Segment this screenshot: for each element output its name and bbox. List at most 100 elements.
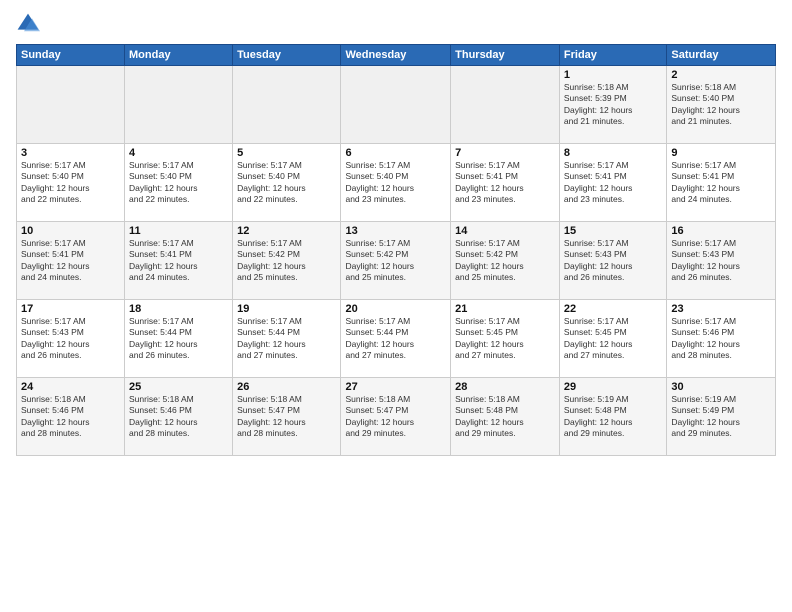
day-info: Sunrise: 5:17 AM Sunset: 5:41 PM Dayligh… [129, 238, 228, 284]
calendar-cell: 24Sunrise: 5:18 AM Sunset: 5:46 PM Dayli… [17, 378, 125, 456]
day-number: 22 [564, 303, 662, 315]
day-number: 16 [671, 225, 771, 237]
day-number: 25 [129, 381, 228, 393]
calendar-cell: 17Sunrise: 5:17 AM Sunset: 5:43 PM Dayli… [17, 300, 125, 378]
calendar-header-sunday: Sunday [17, 45, 125, 66]
day-number: 15 [564, 225, 662, 237]
day-info: Sunrise: 5:18 AM Sunset: 5:46 PM Dayligh… [21, 394, 120, 440]
calendar-cell: 26Sunrise: 5:18 AM Sunset: 5:47 PM Dayli… [233, 378, 341, 456]
calendar-week-row: 24Sunrise: 5:18 AM Sunset: 5:46 PM Dayli… [17, 378, 776, 456]
calendar-header-saturday: Saturday [667, 45, 776, 66]
calendar-cell: 4Sunrise: 5:17 AM Sunset: 5:40 PM Daylig… [125, 144, 233, 222]
day-info: Sunrise: 5:18 AM Sunset: 5:48 PM Dayligh… [455, 394, 555, 440]
day-info: Sunrise: 5:17 AM Sunset: 5:40 PM Dayligh… [345, 160, 446, 206]
calendar-cell: 10Sunrise: 5:17 AM Sunset: 5:41 PM Dayli… [17, 222, 125, 300]
calendar-cell: 23Sunrise: 5:17 AM Sunset: 5:46 PM Dayli… [667, 300, 776, 378]
day-number: 7 [455, 147, 555, 159]
calendar-cell: 22Sunrise: 5:17 AM Sunset: 5:45 PM Dayli… [559, 300, 666, 378]
day-info: Sunrise: 5:18 AM Sunset: 5:40 PM Dayligh… [671, 82, 771, 128]
day-number: 3 [21, 147, 120, 159]
calendar-cell: 12Sunrise: 5:17 AM Sunset: 5:42 PM Dayli… [233, 222, 341, 300]
day-info: Sunrise: 5:17 AM Sunset: 5:42 PM Dayligh… [237, 238, 336, 284]
day-number: 1 [564, 69, 662, 81]
day-info: Sunrise: 5:19 AM Sunset: 5:49 PM Dayligh… [671, 394, 771, 440]
day-number: 28 [455, 381, 555, 393]
calendar-cell: 28Sunrise: 5:18 AM Sunset: 5:48 PM Dayli… [451, 378, 560, 456]
day-info: Sunrise: 5:18 AM Sunset: 5:47 PM Dayligh… [345, 394, 446, 440]
calendar-cell [451, 66, 560, 144]
day-info: Sunrise: 5:17 AM Sunset: 5:41 PM Dayligh… [671, 160, 771, 206]
calendar-cell: 5Sunrise: 5:17 AM Sunset: 5:40 PM Daylig… [233, 144, 341, 222]
day-number: 13 [345, 225, 446, 237]
day-info: Sunrise: 5:17 AM Sunset: 5:41 PM Dayligh… [455, 160, 555, 206]
calendar-week-row: 1Sunrise: 5:18 AM Sunset: 5:39 PM Daylig… [17, 66, 776, 144]
day-info: Sunrise: 5:17 AM Sunset: 5:46 PM Dayligh… [671, 316, 771, 362]
day-info: Sunrise: 5:17 AM Sunset: 5:40 PM Dayligh… [21, 160, 120, 206]
calendar-cell: 9Sunrise: 5:17 AM Sunset: 5:41 PM Daylig… [667, 144, 776, 222]
calendar-cell: 11Sunrise: 5:17 AM Sunset: 5:41 PM Dayli… [125, 222, 233, 300]
calendar-cell [125, 66, 233, 144]
day-number: 14 [455, 225, 555, 237]
calendar-week-row: 17Sunrise: 5:17 AM Sunset: 5:43 PM Dayli… [17, 300, 776, 378]
day-info: Sunrise: 5:17 AM Sunset: 5:44 PM Dayligh… [129, 316, 228, 362]
day-number: 18 [129, 303, 228, 315]
calendar-cell: 6Sunrise: 5:17 AM Sunset: 5:40 PM Daylig… [341, 144, 451, 222]
calendar-cell: 25Sunrise: 5:18 AM Sunset: 5:46 PM Dayli… [125, 378, 233, 456]
day-number: 23 [671, 303, 771, 315]
day-number: 21 [455, 303, 555, 315]
calendar-cell: 13Sunrise: 5:17 AM Sunset: 5:42 PM Dayli… [341, 222, 451, 300]
day-number: 26 [237, 381, 336, 393]
day-number: 20 [345, 303, 446, 315]
day-number: 11 [129, 225, 228, 237]
calendar-cell: 14Sunrise: 5:17 AM Sunset: 5:42 PM Dayli… [451, 222, 560, 300]
day-info: Sunrise: 5:17 AM Sunset: 5:41 PM Dayligh… [564, 160, 662, 206]
calendar-cell: 8Sunrise: 5:17 AM Sunset: 5:41 PM Daylig… [559, 144, 666, 222]
calendar-header-monday: Monday [125, 45, 233, 66]
day-number: 2 [671, 69, 771, 81]
calendar-cell: 15Sunrise: 5:17 AM Sunset: 5:43 PM Dayli… [559, 222, 666, 300]
day-number: 8 [564, 147, 662, 159]
calendar-cell: 30Sunrise: 5:19 AM Sunset: 5:49 PM Dayli… [667, 378, 776, 456]
calendar-header-wednesday: Wednesday [341, 45, 451, 66]
day-number: 4 [129, 147, 228, 159]
day-info: Sunrise: 5:17 AM Sunset: 5:40 PM Dayligh… [237, 160, 336, 206]
day-info: Sunrise: 5:17 AM Sunset: 5:44 PM Dayligh… [345, 316, 446, 362]
day-number: 29 [564, 381, 662, 393]
day-number: 12 [237, 225, 336, 237]
day-info: Sunrise: 5:17 AM Sunset: 5:42 PM Dayligh… [345, 238, 446, 284]
day-number: 24 [21, 381, 120, 393]
calendar-header-tuesday: Tuesday [233, 45, 341, 66]
day-number: 30 [671, 381, 771, 393]
calendar-cell [17, 66, 125, 144]
day-number: 6 [345, 147, 446, 159]
day-info: Sunrise: 5:19 AM Sunset: 5:48 PM Dayligh… [564, 394, 662, 440]
calendar-header-friday: Friday [559, 45, 666, 66]
day-info: Sunrise: 5:17 AM Sunset: 5:44 PM Dayligh… [237, 316, 336, 362]
calendar-cell [341, 66, 451, 144]
day-info: Sunrise: 5:17 AM Sunset: 5:42 PM Dayligh… [455, 238, 555, 284]
calendar-table: SundayMondayTuesdayWednesdayThursdayFrid… [16, 44, 776, 456]
calendar-cell: 7Sunrise: 5:17 AM Sunset: 5:41 PM Daylig… [451, 144, 560, 222]
calendar-cell: 2Sunrise: 5:18 AM Sunset: 5:40 PM Daylig… [667, 66, 776, 144]
day-info: Sunrise: 5:17 AM Sunset: 5:43 PM Dayligh… [564, 238, 662, 284]
calendar-cell: 3Sunrise: 5:17 AM Sunset: 5:40 PM Daylig… [17, 144, 125, 222]
day-info: Sunrise: 5:17 AM Sunset: 5:43 PM Dayligh… [671, 238, 771, 284]
calendar-cell: 21Sunrise: 5:17 AM Sunset: 5:45 PM Dayli… [451, 300, 560, 378]
calendar-cell: 18Sunrise: 5:17 AM Sunset: 5:44 PM Dayli… [125, 300, 233, 378]
calendar-cell: 19Sunrise: 5:17 AM Sunset: 5:44 PM Dayli… [233, 300, 341, 378]
day-number: 10 [21, 225, 120, 237]
calendar-week-row: 10 Sunrise: 5:17 AM Sunset: 5:41 PM Dayli… [17, 222, 776, 300]
logo [16, 12, 42, 36]
calendar-cell: 27Sunrise: 5:18 AM Sunset: 5:47 PM Dayli… [341, 378, 451, 456]
day-number: 19 [237, 303, 336, 315]
calendar-week-row: 3Sunrise: 5:17 AM Sunset: 5:40 PM Daylig… [17, 144, 776, 222]
day-info: Sunrise: 5:18 AM Sunset: 5:46 PM Dayligh… [129, 394, 228, 440]
day-info: Sunrise: 5:17 AM Sunset: 5:45 PM Dayligh… [455, 316, 555, 362]
calendar-header-thursday: Thursday [451, 45, 560, 66]
day-number: 27 [345, 381, 446, 393]
logo-icon [16, 12, 40, 36]
calendar-cell [233, 66, 341, 144]
calendar-cell: 16Sunrise: 5:17 AM Sunset: 5:43 PM Dayli… [667, 222, 776, 300]
day-info: Sunrise: 5:17 AM Sunset: 5:40 PM Dayligh… [129, 160, 228, 206]
day-info: Sunrise: 5:18 AM Sunset: 5:39 PM Dayligh… [564, 82, 662, 128]
